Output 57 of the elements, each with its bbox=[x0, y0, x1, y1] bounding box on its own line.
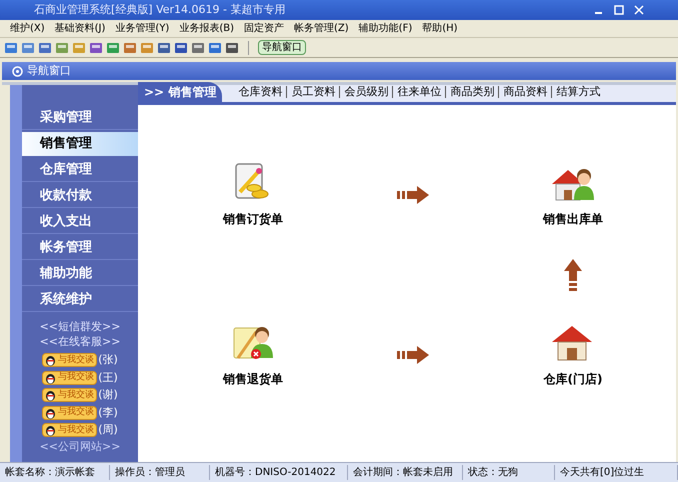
section-title: >> 销售管理 bbox=[138, 82, 222, 102]
toolbar-icon[interactable] bbox=[89, 40, 103, 54]
toolbar-icon[interactable] bbox=[21, 40, 35, 54]
menu-item[interactable]: 业务管理(Y) bbox=[115, 21, 170, 36]
penguin-icon bbox=[45, 424, 56, 436]
person-name: (张) bbox=[98, 352, 118, 368]
flow-node-label[interactable]: 销售出库单 bbox=[543, 210, 603, 228]
person-name: (周) bbox=[98, 422, 118, 438]
status-field: 帐套名称：演示帐套 bbox=[0, 465, 110, 480]
header-link[interactable]: 仓库资料 bbox=[238, 84, 282, 100]
penguin-icon bbox=[45, 372, 56, 384]
penguin-icon bbox=[45, 389, 56, 402]
sidebar-link[interactable]: <<在线客服>> bbox=[40, 334, 120, 349]
flow-node-label[interactable]: 销售订货单 bbox=[223, 210, 283, 228]
status-field: 状态：无狗 bbox=[463, 465, 555, 480]
header-link[interactable]: 结算方式 bbox=[556, 84, 600, 100]
header-link[interactable]: 商品类别 bbox=[450, 84, 494, 100]
menu-item[interactable]: 维护(X) bbox=[10, 21, 45, 36]
person-name: (谢) bbox=[98, 387, 118, 403]
header-link[interactable]: 会员级别 bbox=[344, 84, 388, 100]
toolbar-icon[interactable] bbox=[174, 40, 188, 54]
panel-title: 导航窗口 bbox=[27, 62, 71, 79]
status-field: 今天共有[0]位过生 bbox=[555, 465, 678, 480]
navigation-window-button[interactable]: 导航窗口 bbox=[258, 40, 306, 55]
toolbar-icon[interactable] bbox=[123, 40, 137, 54]
menu-item[interactable]: 业务报表(B) bbox=[179, 21, 234, 36]
toolbar-icon[interactable] bbox=[38, 40, 52, 54]
window-title: 石商业管理系统[经典版] Ver14.0619 - 某超市专用 bbox=[34, 2, 286, 18]
toolbar-icon[interactable] bbox=[208, 40, 222, 54]
toolbar-icon[interactable] bbox=[106, 40, 120, 54]
sidebar-item[interactable]: 销售管理 bbox=[22, 132, 138, 156]
window-icon bbox=[12, 66, 23, 76]
toolbar-icon[interactable] bbox=[157, 40, 171, 54]
menu-item[interactable]: 帐务管理(Z) bbox=[294, 21, 349, 36]
menu-item[interactable]: 固定资产 bbox=[244, 21, 284, 36]
toolbar-icon[interactable] bbox=[191, 40, 205, 54]
status-field: 机器号：DNISO-2014022 bbox=[210, 465, 348, 480]
menu-item[interactable]: 辅助功能(F) bbox=[358, 21, 412, 36]
menu-item[interactable]: 基础资料(J) bbox=[54, 21, 106, 36]
menu-item[interactable]: 帮助(H) bbox=[422, 21, 458, 36]
status-field: 操作员：管理员 bbox=[110, 465, 210, 480]
flow-node-label[interactable]: 销售退货单 bbox=[223, 370, 283, 388]
flow-node-label[interactable]: 仓库(门店) bbox=[544, 370, 602, 388]
header-link[interactable]: 员工资料 bbox=[291, 84, 336, 100]
header-link[interactable]: 商品资料 bbox=[503, 84, 548, 100]
header-link[interactable]: 往来单位 bbox=[397, 84, 442, 100]
toolbar-icon[interactable] bbox=[4, 40, 18, 54]
person-name: (李) bbox=[98, 404, 118, 420]
penguin-icon bbox=[45, 354, 56, 366]
maximize-icon[interactable] bbox=[614, 5, 624, 15]
sidebar-link[interactable]: <<短信群发>> bbox=[40, 319, 120, 334]
toolbar-icon[interactable] bbox=[225, 40, 239, 54]
person-name: (王) bbox=[98, 370, 118, 386]
penguin-icon bbox=[45, 406, 56, 419]
company-site-link[interactable]: <<公司网站>> bbox=[22, 440, 138, 454]
close-icon[interactable] bbox=[634, 5, 644, 15]
status-field: 会计期间：帐套未启用 bbox=[348, 465, 463, 480]
